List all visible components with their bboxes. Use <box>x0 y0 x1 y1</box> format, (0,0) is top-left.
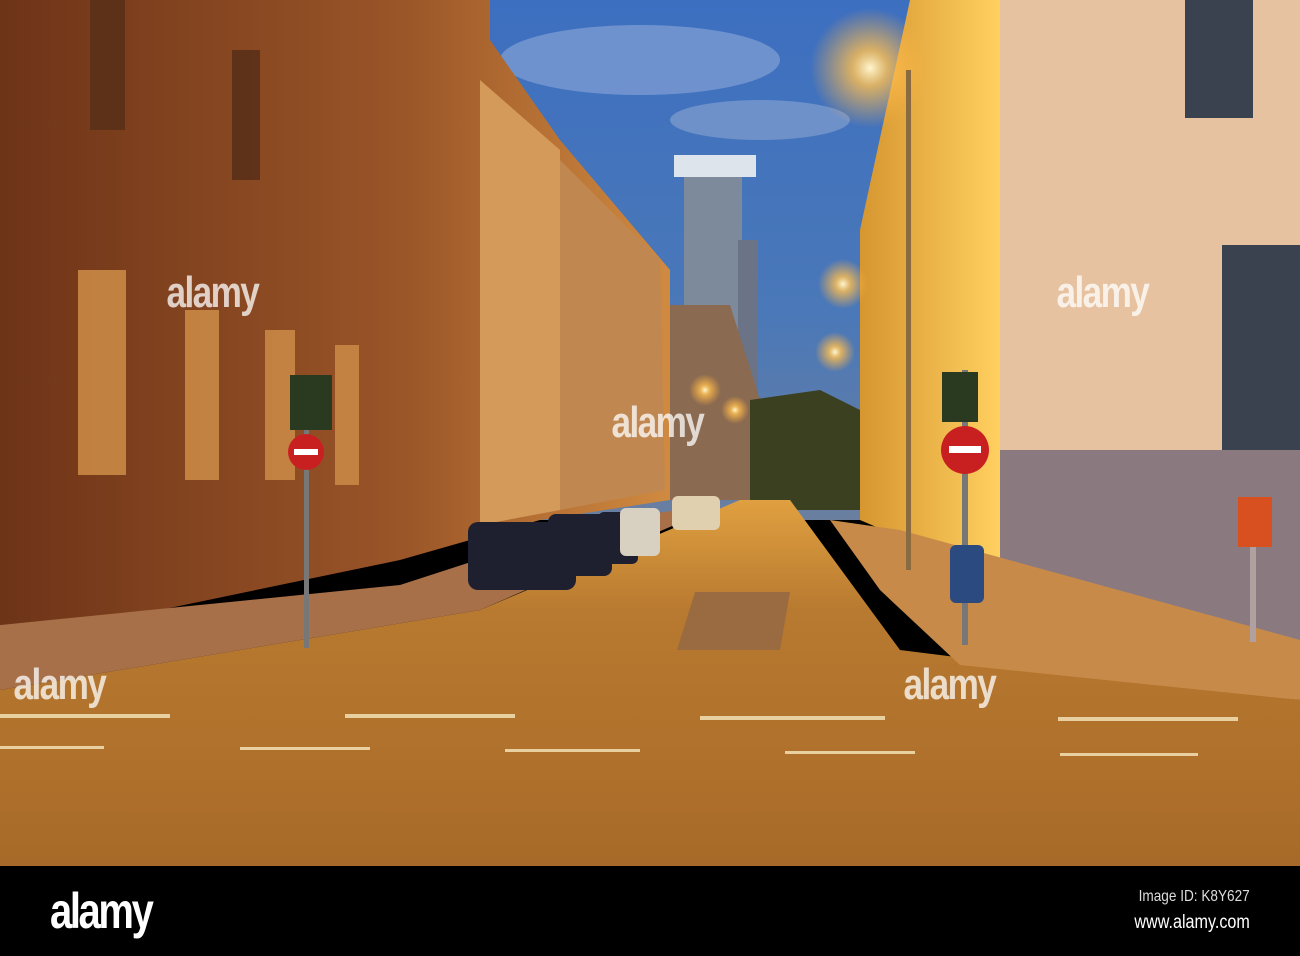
site-url: www.alamy.com <box>1134 912 1250 933</box>
skyscraper-top <box>674 155 756 177</box>
watermark: alamy <box>166 268 259 317</box>
street-lamp-glow <box>810 8 930 128</box>
alamy-logo: alamy <box>50 883 154 939</box>
street-lamp-glow <box>721 396 749 424</box>
watermark: alamy <box>903 660 996 709</box>
traffic-island <box>677 592 790 650</box>
image-id: Image ID: K8Y627 <box>1138 888 1250 905</box>
street-lamp-glow <box>815 332 855 372</box>
cloud <box>500 25 780 95</box>
window <box>1222 245 1300 450</box>
window <box>1185 0 1253 118</box>
watermark: alamy <box>1056 268 1149 317</box>
mailbox <box>1238 497 1272 547</box>
footer-bar: alamy Image ID: K8Y627 www.alamy.com <box>0 866 1300 956</box>
left-building-mid <box>480 80 560 525</box>
watermark: alamy <box>13 660 106 709</box>
mailbox-pole <box>1250 547 1256 642</box>
street-lamp-glow <box>818 259 868 309</box>
watermark: alamy <box>611 398 704 447</box>
photo-frame: alamy alamy alamy alamy alamy alamy Imag… <box>0 0 1300 956</box>
lamp-pole <box>906 70 911 570</box>
cloud <box>670 100 850 140</box>
